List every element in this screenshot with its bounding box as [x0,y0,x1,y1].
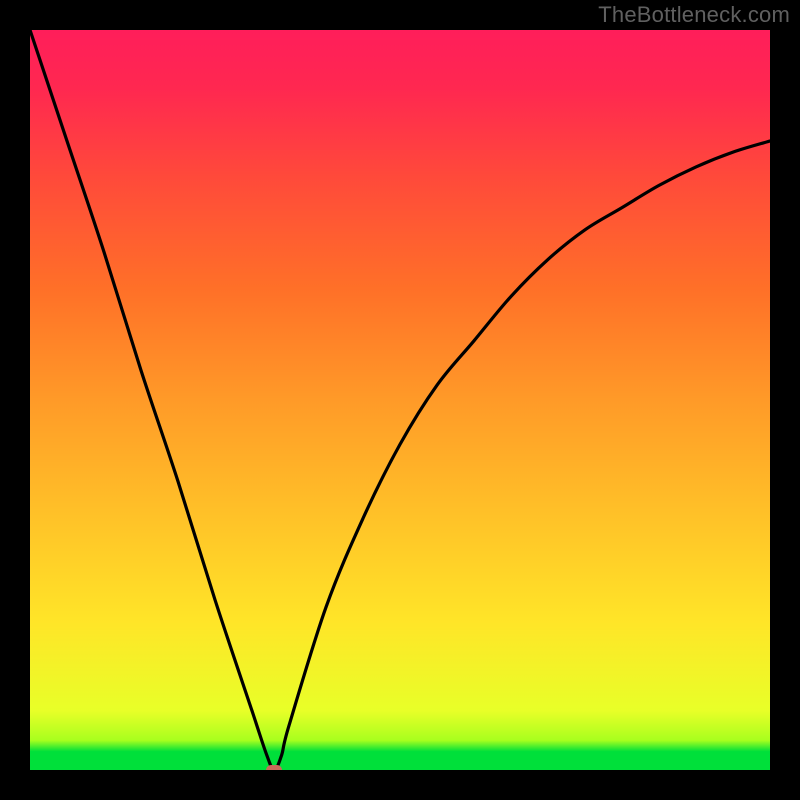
minimum-marker [266,765,282,770]
chart-frame: TheBottleneck.com [0,0,800,800]
bottleneck-curve [30,30,770,770]
bottleneck-curve-svg [30,30,770,770]
watermark-text: TheBottleneck.com [598,2,790,28]
plot-area [30,30,770,770]
